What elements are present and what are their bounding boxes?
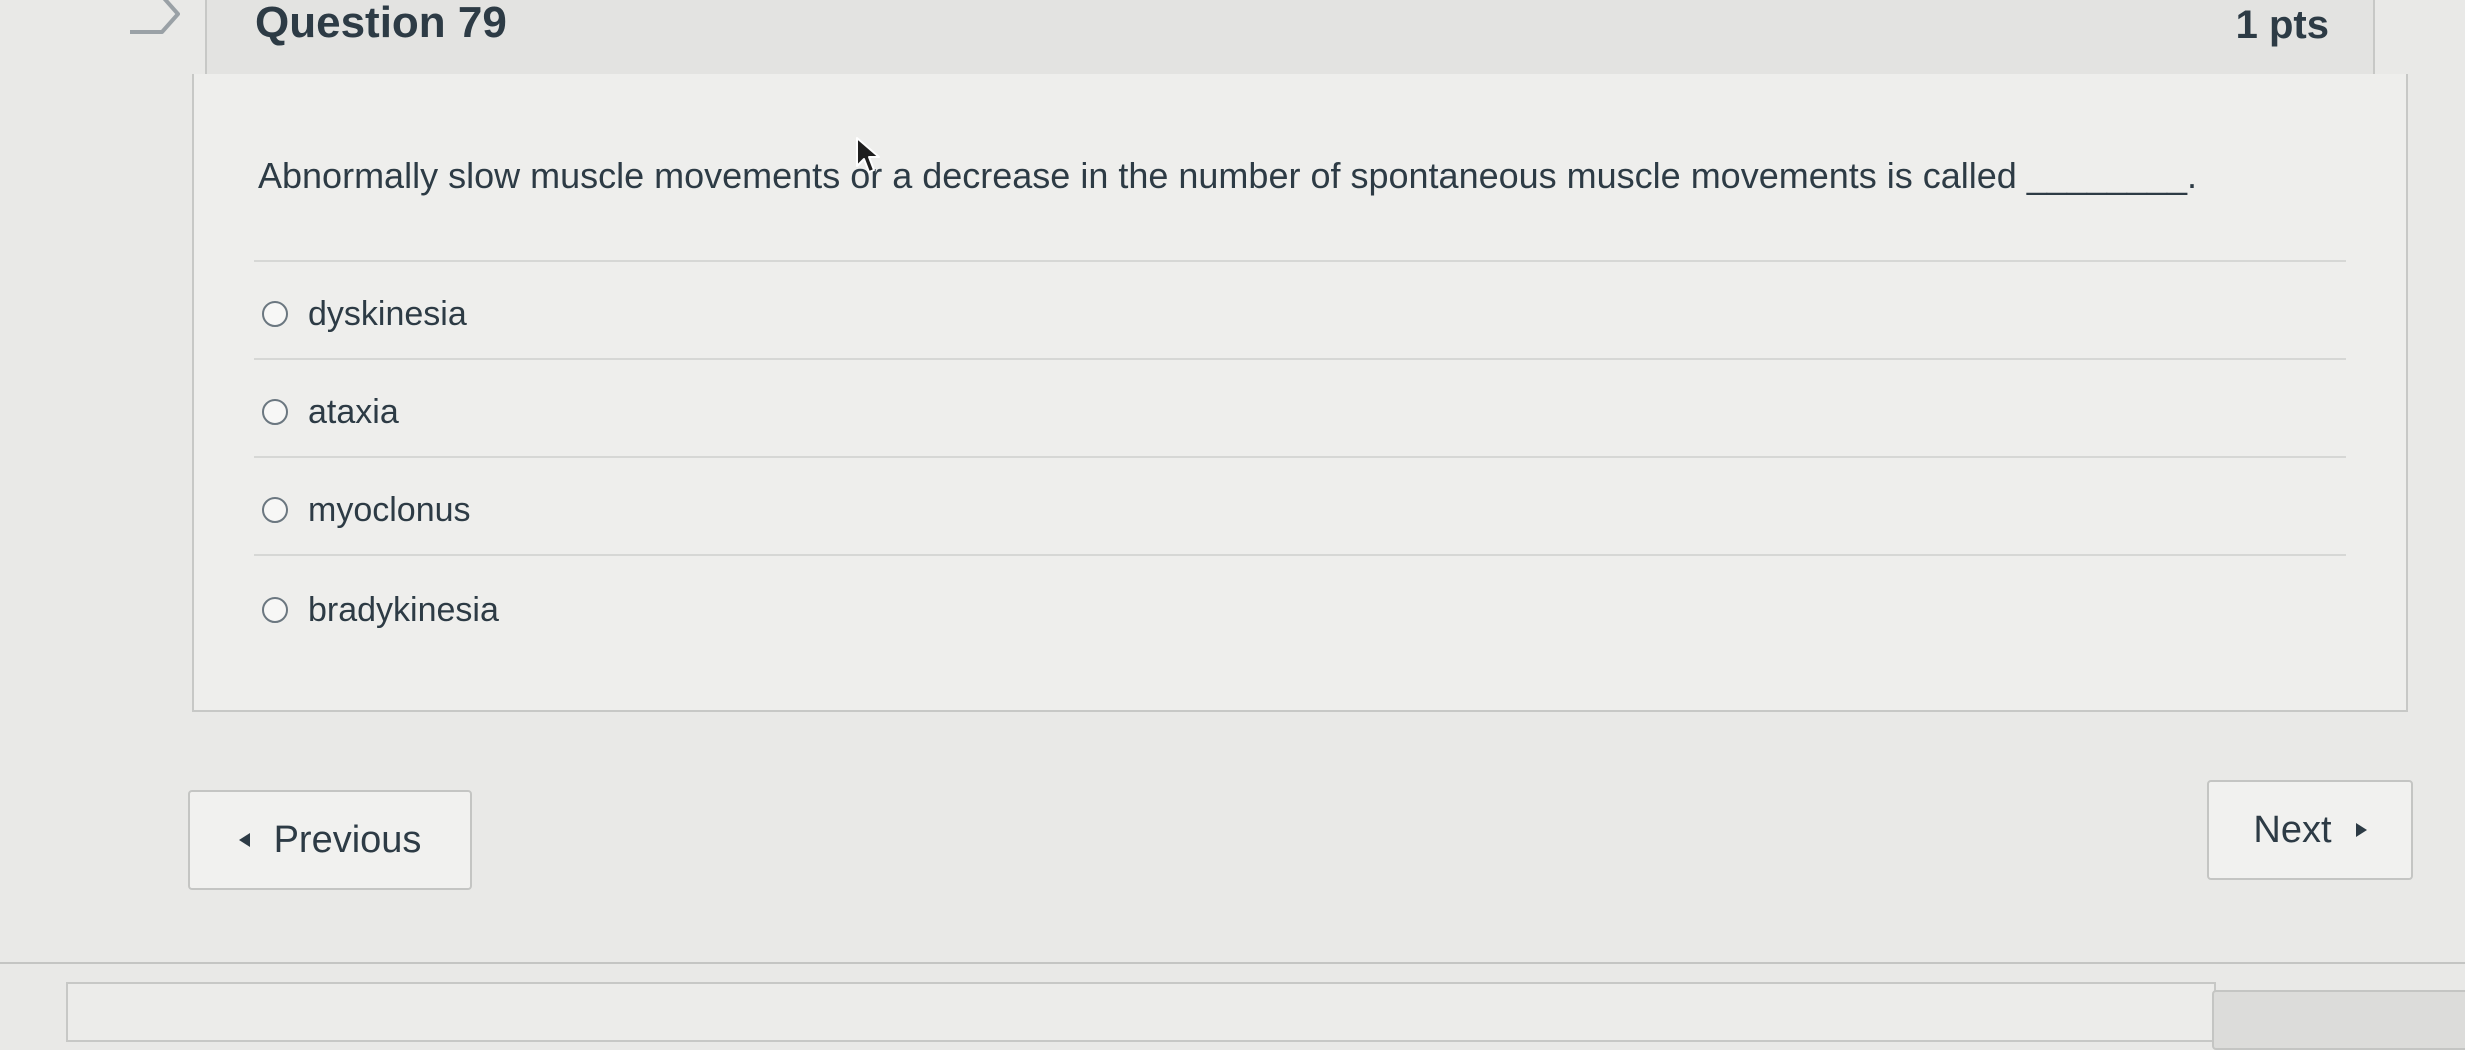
- question-points: 1 pts: [2235, 3, 2329, 47]
- next-label: Next: [2253, 808, 2332, 851]
- previous-label: Previous: [273, 818, 422, 861]
- triangle-right-icon: [2355, 823, 2367, 837]
- answer-option-bradykinesia[interactable]: bradykinesia: [262, 580, 1462, 640]
- divider: [254, 456, 2346, 458]
- bottom-button[interactable]: [2212, 990, 2465, 1050]
- radio-button[interactable]: [262, 301, 288, 327]
- next-button[interactable]: Next: [2207, 780, 2413, 880]
- radio-button[interactable]: [262, 597, 288, 623]
- question-title: Question 79: [255, 0, 507, 47]
- bottom-divider: [0, 962, 2465, 964]
- divider: [254, 260, 2346, 262]
- answer-label: myoclonus: [308, 491, 471, 529]
- divider: [254, 358, 2346, 360]
- answer-option-dyskinesia[interactable]: dyskinesia: [262, 284, 1462, 344]
- triangle-left-icon: [238, 833, 250, 847]
- question-body: Abnormally slow muscle movements or a de…: [192, 74, 2408, 712]
- bottom-panel: [66, 982, 2216, 1042]
- radio-button[interactable]: [262, 497, 288, 523]
- radio-button[interactable]: [262, 399, 288, 425]
- divider: [254, 554, 2346, 556]
- question-text: Abnormally slow muscle movements or a de…: [258, 155, 2197, 196]
- bookmark-icon[interactable]: [128, 0, 180, 34]
- previous-button[interactable]: Previous: [188, 790, 472, 890]
- question-header: Question 79 1 pts: [205, 0, 2375, 76]
- mouse-pointer-icon: [855, 136, 881, 176]
- answer-label: ataxia: [308, 393, 399, 431]
- answer-option-ataxia[interactable]: ataxia: [262, 382, 1462, 442]
- answer-label: bradykinesia: [308, 591, 499, 629]
- answer-label: dyskinesia: [308, 295, 467, 333]
- answer-option-myoclonus[interactable]: myoclonus: [262, 480, 1462, 540]
